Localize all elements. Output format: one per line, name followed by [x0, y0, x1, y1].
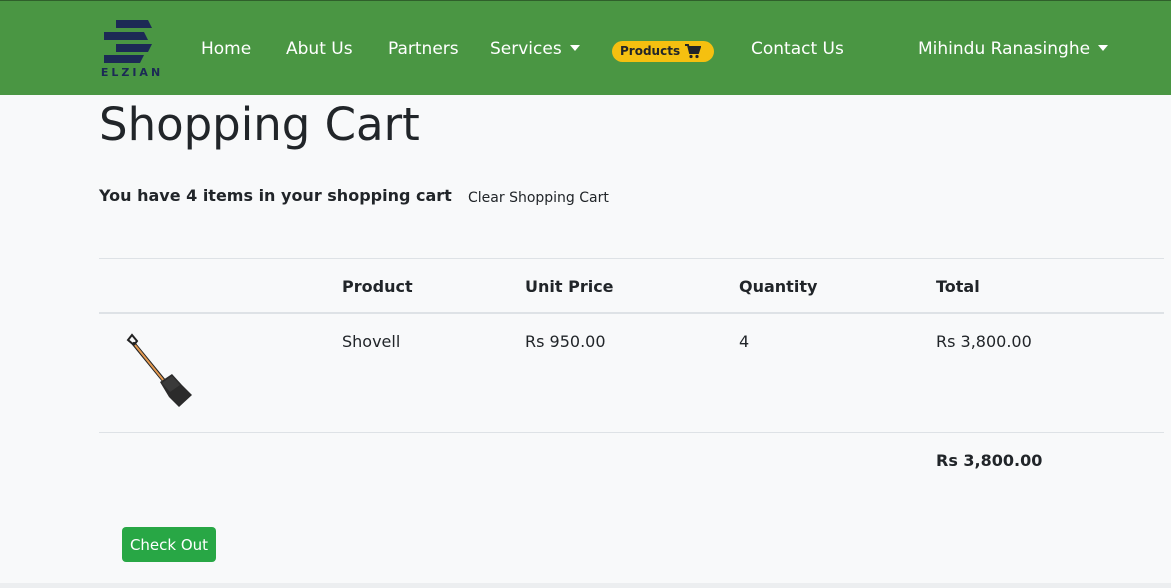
- column-header-total: Total: [936, 277, 980, 296]
- column-header-unit-price: Unit Price: [525, 277, 614, 296]
- cell-quantity: 4: [739, 332, 750, 351]
- nav-home[interactable]: Home: [201, 38, 251, 60]
- table-top-border: [99, 258, 1164, 259]
- cart-item-count-text: You have 4 items in your shopping cart: [99, 186, 452, 205]
- nav-about-us[interactable]: Abut Us: [286, 38, 353, 60]
- column-header-quantity: Quantity: [739, 277, 818, 296]
- column-header-product: Product: [342, 277, 413, 296]
- user-name: Mihindu Ranasinghe: [918, 39, 1091, 59]
- page-bottom-edge: [0, 583, 1171, 588]
- products-label: Products: [620, 44, 681, 58]
- shovel-icon: [126, 333, 192, 407]
- clear-cart-link[interactable]: Clear Shopping Cart: [468, 190, 609, 206]
- elzian-logo[interactable]: ELZIAN: [98, 18, 166, 80]
- top-navbar: ELZIAN Home Abut Us Partners Services Pr…: [0, 0, 1171, 95]
- cell-row-total: Rs 3,800.00: [936, 332, 1032, 351]
- shopping-cart-icon: [685, 44, 701, 59]
- table-row-divider: [99, 432, 1164, 433]
- chevron-down-icon: [569, 45, 580, 51]
- nav-partners[interactable]: Partners: [388, 38, 459, 60]
- nav-services-label: Services: [490, 39, 562, 59]
- table-header-divider: [99, 312, 1164, 314]
- chevron-down-icon: [1098, 45, 1109, 51]
- cell-unit-price: Rs 950.00: [525, 332, 606, 351]
- cell-product-name[interactable]: Shovell: [342, 332, 400, 351]
- logo-text: ELZIAN: [100, 66, 164, 79]
- page-title: Shopping Cart: [99, 98, 420, 151]
- nav-products-badge[interactable]: Products: [612, 41, 714, 62]
- cart-grand-total: Rs 3,800.00: [936, 451, 1043, 470]
- user-menu-dropdown[interactable]: Mihindu Ranasinghe: [918, 38, 1109, 60]
- nav-contact-us[interactable]: Contact Us: [751, 38, 844, 60]
- nav-services-dropdown[interactable]: Services: [490, 38, 580, 60]
- checkout-button[interactable]: Check Out: [122, 527, 216, 562]
- logo-mark-icon: [104, 20, 152, 63]
